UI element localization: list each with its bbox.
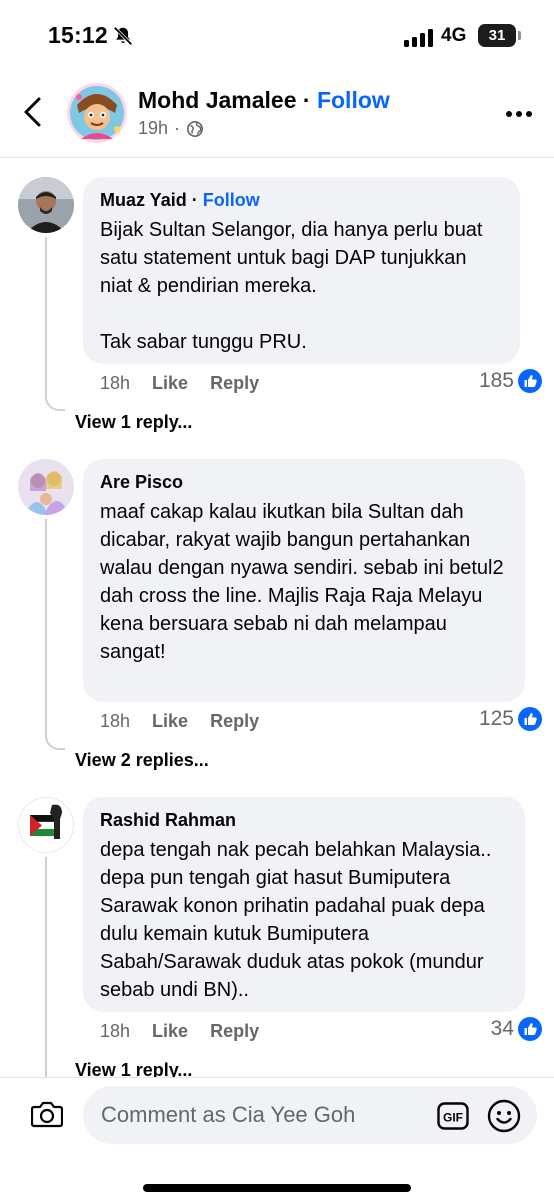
comment-text: maaf cakap kalau ikutkan bila Sultan dah… (100, 501, 504, 663)
commenter-avatar[interactable] (18, 797, 74, 853)
home-indicator[interactable] (143, 1184, 411, 1192)
commenter-avatar[interactable] (18, 459, 74, 515)
author-name-row: Mohd Jamalee · Follow (138, 87, 390, 114)
like-reaction-icon (518, 707, 542, 731)
follow-button[interactable]: Follow (317, 87, 390, 113)
comment-bubble: Muaz Yaid · Follow Bijak Sultan Selangor… (83, 177, 520, 364)
battery-icon: 31 (478, 24, 516, 47)
like-button[interactable]: Like (152, 711, 188, 732)
thread-curve (45, 734, 65, 750)
follow-button[interactable]: Follow (203, 190, 260, 210)
comment-time: 18h (100, 373, 131, 393)
reaction-count[interactable]: 185 (479, 369, 542, 393)
like-button[interactable]: Like (152, 1021, 188, 1042)
commenter-avatar[interactable] (18, 177, 74, 233)
gif-label: GIF (443, 1111, 463, 1125)
comment-time: 18h (100, 711, 131, 731)
reaction-number: 34 (490, 1017, 514, 1040)
thread-line (45, 519, 47, 734)
network-type: 4G (441, 25, 467, 46)
back-arrow-icon[interactable] (22, 96, 44, 128)
thread-curve (45, 395, 65, 411)
status-bar: 15:12 4G 31 (0, 0, 554, 70)
commenter-name-row: Muaz Yaid · Follow (100, 189, 503, 211)
thread-line (45, 857, 47, 1077)
comment-composer: GIF (0, 1077, 554, 1199)
comment-actions: 18h Like Reply (100, 711, 259, 732)
author-avatar[interactable] (67, 83, 127, 143)
gif-icon[interactable]: GIF (437, 1102, 469, 1130)
meta-separator: · (174, 118, 181, 138)
reply-button[interactable]: Reply (210, 711, 259, 732)
comment-actions: 18h Like Reply (100, 373, 259, 394)
post-time[interactable]: 19h (138, 118, 168, 139)
comment-time: 18h (100, 1021, 131, 1041)
reply-button[interactable]: Reply (210, 1021, 259, 1042)
commenter-name[interactable]: Muaz Yaid (100, 190, 187, 210)
commenter-name[interactable]: Are Pisco (100, 471, 508, 493)
globe-icon (187, 120, 204, 137)
reaction-number: 125 (478, 707, 514, 730)
reaction-number: 185 (478, 369, 514, 392)
comment-bubble: Rashid Rahman depa tengah nak pecah bela… (83, 797, 525, 1012)
name-separator: · (186, 190, 203, 210)
signal-icon (404, 29, 433, 47)
post-header: Mohd Jamalee · Follow 19h · (0, 70, 554, 158)
comment-text: depa tengah nak pecah belahkan Malaysia.… (100, 839, 492, 1001)
emoji-icon[interactable] (487, 1099, 521, 1133)
comment-actions: 18h Like Reply (100, 1021, 259, 1042)
author-name[interactable]: Mohd Jamalee (138, 87, 297, 113)
name-separator: · (302, 87, 311, 113)
like-button[interactable]: Like (152, 373, 188, 394)
reaction-count[interactable]: 125 (479, 707, 542, 731)
battery-tip (518, 31, 521, 40)
bell-off-icon (113, 26, 133, 46)
comment-bubble: Are Pisco maaf cakap kalau ikutkan bila … (83, 459, 525, 702)
view-replies-link[interactable]: View 1 reply... (75, 412, 192, 433)
like-reaction-icon (518, 1017, 542, 1041)
thread-line (45, 237, 47, 395)
status-time: 15:12 (48, 22, 108, 48)
like-reaction-icon (518, 369, 542, 393)
comment-text: Bijak Sultan Selangor, dia hanya perlu b… (100, 219, 483, 353)
reply-button[interactable]: Reply (210, 373, 259, 394)
post-meta: 19h · (138, 118, 204, 139)
commenter-name[interactable]: Rashid Rahman (100, 809, 508, 831)
reaction-count[interactable]: 34 (491, 1017, 542, 1041)
more-options-icon[interactable] (505, 110, 533, 118)
view-replies-link[interactable]: View 2 replies... (75, 750, 209, 771)
camera-icon[interactable] (31, 1100, 63, 1128)
